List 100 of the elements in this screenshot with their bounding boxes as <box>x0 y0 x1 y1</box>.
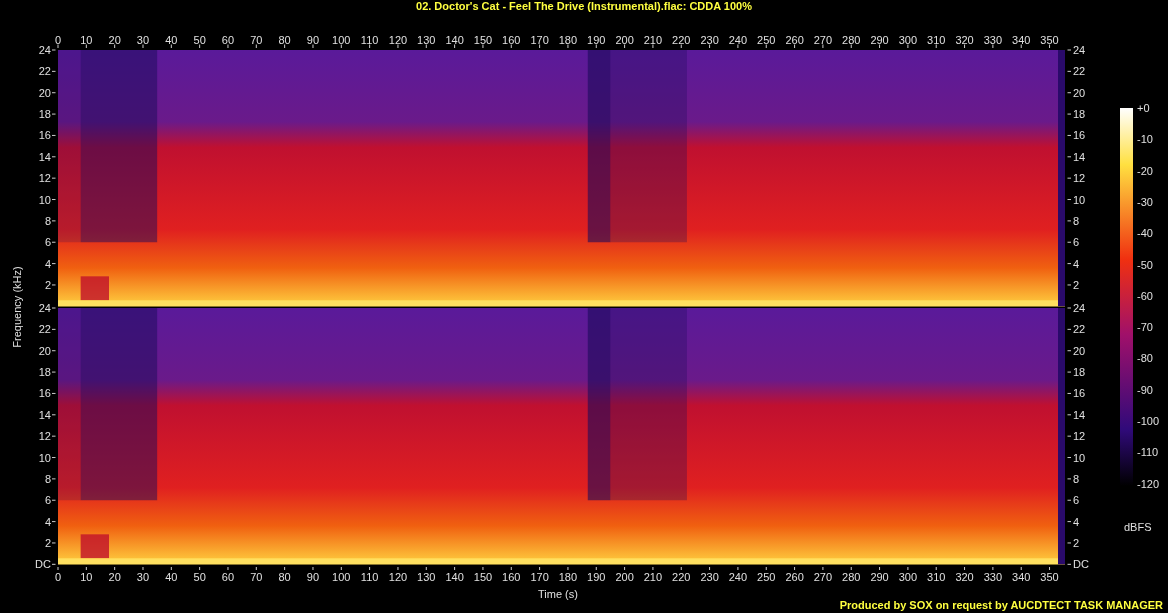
time-tick-label: 260 <box>785 34 804 46</box>
frequency-tick-label: 14 <box>38 150 51 163</box>
colorbar-tick-label: -80 <box>1137 352 1153 365</box>
time-tick-label: 0 <box>54 571 62 583</box>
time-tick-label: 90 <box>306 571 320 583</box>
time-tick-label: 230 <box>700 571 719 583</box>
time-tick-label: 30 <box>136 34 150 46</box>
frequency-tick-label: 24 <box>1073 44 1086 56</box>
time-tick-label: 40 <box>165 571 178 583</box>
time-tick-label: 160 <box>502 571 521 583</box>
frequency-tick-label: 4 <box>1073 515 1080 528</box>
frequency-tick-label: DC <box>35 558 51 571</box>
frequency-tick-label: 14 <box>38 408 51 421</box>
time-tick-label: 320 <box>955 34 974 46</box>
colorbar-tick-label: -20 <box>1137 164 1153 177</box>
time-tick-label: 150 <box>473 34 493 46</box>
frequency-tick-label: 18 <box>38 366 51 379</box>
colorbar-tick-label: -10 <box>1137 133 1153 146</box>
time-tick-label: 200 <box>615 34 634 46</box>
time-tick-label: 60 <box>221 34 235 46</box>
time-tick-label: 10 <box>80 34 93 46</box>
time-tick-label: 330 <box>983 34 1003 46</box>
time-tick-label: 110 <box>360 571 379 583</box>
frequency-tick-label: 6 <box>1073 236 1080 249</box>
frequency-tick-label: 24 <box>1073 302 1086 314</box>
time-tick-label: 270 <box>813 34 833 46</box>
frequency-tick-label: 16 <box>1073 129 1086 142</box>
frequency-tick-label: 14 <box>1073 150 1086 163</box>
frequency-tick-label: DC <box>1073 558 1089 571</box>
frequency-tick-label: 24 <box>38 44 51 56</box>
frequency-axis-label: Frequency (kHz) <box>11 266 23 348</box>
time-tick-label: 110 <box>360 34 379 46</box>
time-tick-label: 130 <box>417 571 436 583</box>
frequency-tick-label: 22 <box>38 65 51 78</box>
time-tick-label: 280 <box>842 34 861 46</box>
frequency-tick-label: 4 <box>44 257 51 270</box>
time-tick-label: 190 <box>587 34 606 46</box>
time-tick-label: 340 <box>1012 34 1031 46</box>
time-tick-label: 290 <box>870 34 889 46</box>
time-tick-label: 200 <box>615 571 634 583</box>
frequency-tick-label: 10 <box>38 193 51 206</box>
frequency-tick-label: 12 <box>38 430 51 443</box>
time-tick-label: 120 <box>388 34 408 46</box>
frequency-tick-label: 8 <box>1073 472 1080 485</box>
time-tick-label: 140 <box>445 34 464 46</box>
colorbar-tick-label: -40 <box>1137 227 1153 240</box>
frequency-tick-label: 24 <box>38 302 51 314</box>
frequency-tick-label: 2 <box>44 536 51 549</box>
frequency-tick-label: 20 <box>38 344 51 357</box>
time-tick-label: 300 <box>898 34 918 46</box>
frequency-tick-label: 2 <box>44 278 51 291</box>
frequency-tick-label: 20 <box>1073 86 1086 99</box>
time-tick-label: 160 <box>502 34 521 46</box>
colorbar-tick-label: -110 <box>1137 446 1159 459</box>
time-tick-label: 230 <box>700 34 719 46</box>
time-tick-label: 50 <box>193 34 206 46</box>
frequency-tick-label: 22 <box>38 323 51 336</box>
time-tick-label: 300 <box>898 571 918 583</box>
frequency-tick-label: 20 <box>38 86 51 99</box>
colorbar-tick-label: -120 <box>1137 477 1160 490</box>
colorbar-unit-label: dBFS <box>1124 521 1152 533</box>
time-tick-label: 270 <box>813 571 833 583</box>
frequency-tick-label: 14 <box>1073 408 1086 421</box>
frequency-tick-label: 6 <box>44 236 51 249</box>
frequency-tick-label: 8 <box>1073 214 1080 227</box>
colorbar-tick-label: -90 <box>1137 383 1153 396</box>
time-tick-label: 90 <box>306 34 320 46</box>
time-axis-label: Time (s) <box>538 588 578 600</box>
frequency-tick-label: 2 <box>1073 536 1080 549</box>
frequency-tick-label: 12 <box>1073 172 1086 185</box>
time-tick-label: 260 <box>785 571 804 583</box>
time-tick-label: 40 <box>165 34 178 46</box>
frequency-tick-label: 6 <box>44 494 51 507</box>
time-tick-label: 310 <box>927 34 946 46</box>
time-tick-label: 180 <box>558 34 578 46</box>
time-tick-label: 220 <box>672 571 691 583</box>
frequency-tick-label: 4 <box>44 515 51 528</box>
frequency-tick-label: 8 <box>44 214 51 227</box>
frequency-tick-label: 22 <box>1073 65 1086 78</box>
time-tick-label: 340 <box>1012 571 1031 583</box>
time-tick-label: 320 <box>955 571 974 583</box>
time-tick-label: 20 <box>108 571 121 583</box>
time-tick-label: 330 <box>983 571 1003 583</box>
time-tick-label: 0 <box>54 34 62 46</box>
time-tick-label: 70 <box>250 571 263 583</box>
time-tick-label: 170 <box>530 34 549 46</box>
time-tick-label: 190 <box>587 571 606 583</box>
time-tick-label: 70 <box>250 34 263 46</box>
time-tick-label: 10 <box>80 571 93 583</box>
frequency-tick-label: 22 <box>1073 323 1086 336</box>
time-tick-label: 350 <box>1040 571 1059 583</box>
frequency-tick-label: 10 <box>1073 451 1086 464</box>
time-tick-label: 240 <box>728 34 748 46</box>
time-tick-label: 80 <box>278 571 291 583</box>
time-tick-label: 210 <box>643 571 663 583</box>
frequency-tick-label: 8 <box>44 472 51 485</box>
frequency-tick-label: 18 <box>1073 366 1086 379</box>
frequency-tick-label: 12 <box>38 172 51 185</box>
time-tick-label: 170 <box>530 571 549 583</box>
colorbar-tick-label: -50 <box>1137 258 1153 271</box>
